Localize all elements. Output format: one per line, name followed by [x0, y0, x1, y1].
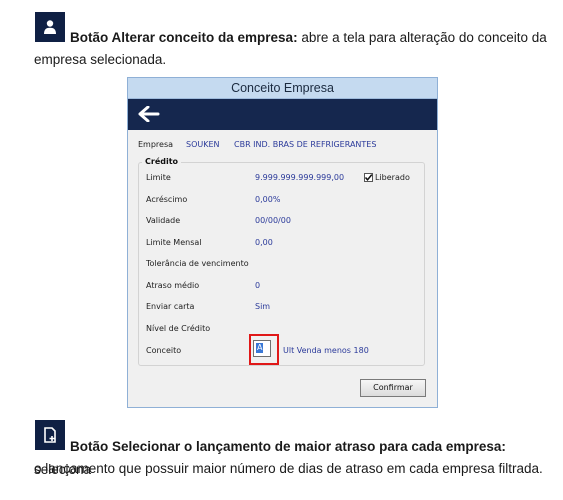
nav-bar	[128, 99, 437, 130]
credit-group-title: Crédito	[142, 156, 182, 168]
field-label-tolerancia: Tolerância de vencimento	[146, 259, 249, 268]
liberado-label: Liberado	[375, 173, 410, 182]
company-name: CBR IND. BRAS DE REFRIGERANTES	[234, 140, 377, 149]
conceito-description: Ult Venda menos 180	[283, 346, 369, 355]
conceito-input-value: A	[256, 343, 264, 353]
section1-text-1: abre a tela para alteração do conceito d…	[297, 30, 547, 45]
field-value-atraso-medio: 0	[255, 281, 261, 290]
field-value-validade: 00/00/00	[255, 216, 291, 225]
conceito-empresa-window: Conceito Empresa Empresa SOUKEN CBR IND.…	[127, 77, 438, 408]
field-label-acrescimo: Acréscimo	[146, 195, 188, 204]
field-label-enviar-carta: Enviar carta	[146, 302, 195, 311]
field-label-nivel-credito: Nível de Crédito	[146, 324, 211, 333]
section2-title: Botão Selecionar o lançamento de maior a…	[70, 439, 506, 454]
field-label-limite: Limite	[146, 173, 171, 182]
liberado-checkbox[interactable]	[364, 173, 373, 182]
field-value-limite-mensal: 0,00	[255, 238, 273, 247]
field-label-conceito: Conceito	[146, 346, 182, 355]
section1-title: Botão Alterar conceito da empresa:	[70, 30, 298, 45]
company-code: SOUKEN	[186, 140, 220, 149]
confirmar-button[interactable]: Confirmar	[360, 379, 426, 397]
field-label-validade: Validade	[146, 216, 181, 225]
section1-paragraph-2: empresa selecionada.	[34, 48, 166, 71]
field-value-enviar-carta: Sim	[255, 302, 271, 311]
field-label-limite-mensal: Limite Mensal	[146, 238, 202, 247]
field-value-limite: 9.999.999.999.999,00	[255, 173, 345, 182]
section2-text-2: o lançamento que possuir maior número de…	[34, 461, 543, 476]
back-arrow-icon[interactable]	[138, 105, 160, 127]
field-label-atraso-medio: Atraso médio	[146, 281, 200, 290]
section2-paragraph-2: o lançamento que possuir maior número de…	[34, 457, 543, 480]
window-title: Conceito Empresa	[128, 78, 437, 99]
conceito-input[interactable]: A	[253, 340, 271, 357]
section1-text-2: empresa selecionada.	[34, 52, 167, 67]
field-value-acrescimo: 0,00%	[255, 195, 281, 204]
section1-paragraph: Botão Alterar conceito da empresa: abre …	[34, 26, 547, 49]
company-label: Empresa	[138, 140, 174, 149]
